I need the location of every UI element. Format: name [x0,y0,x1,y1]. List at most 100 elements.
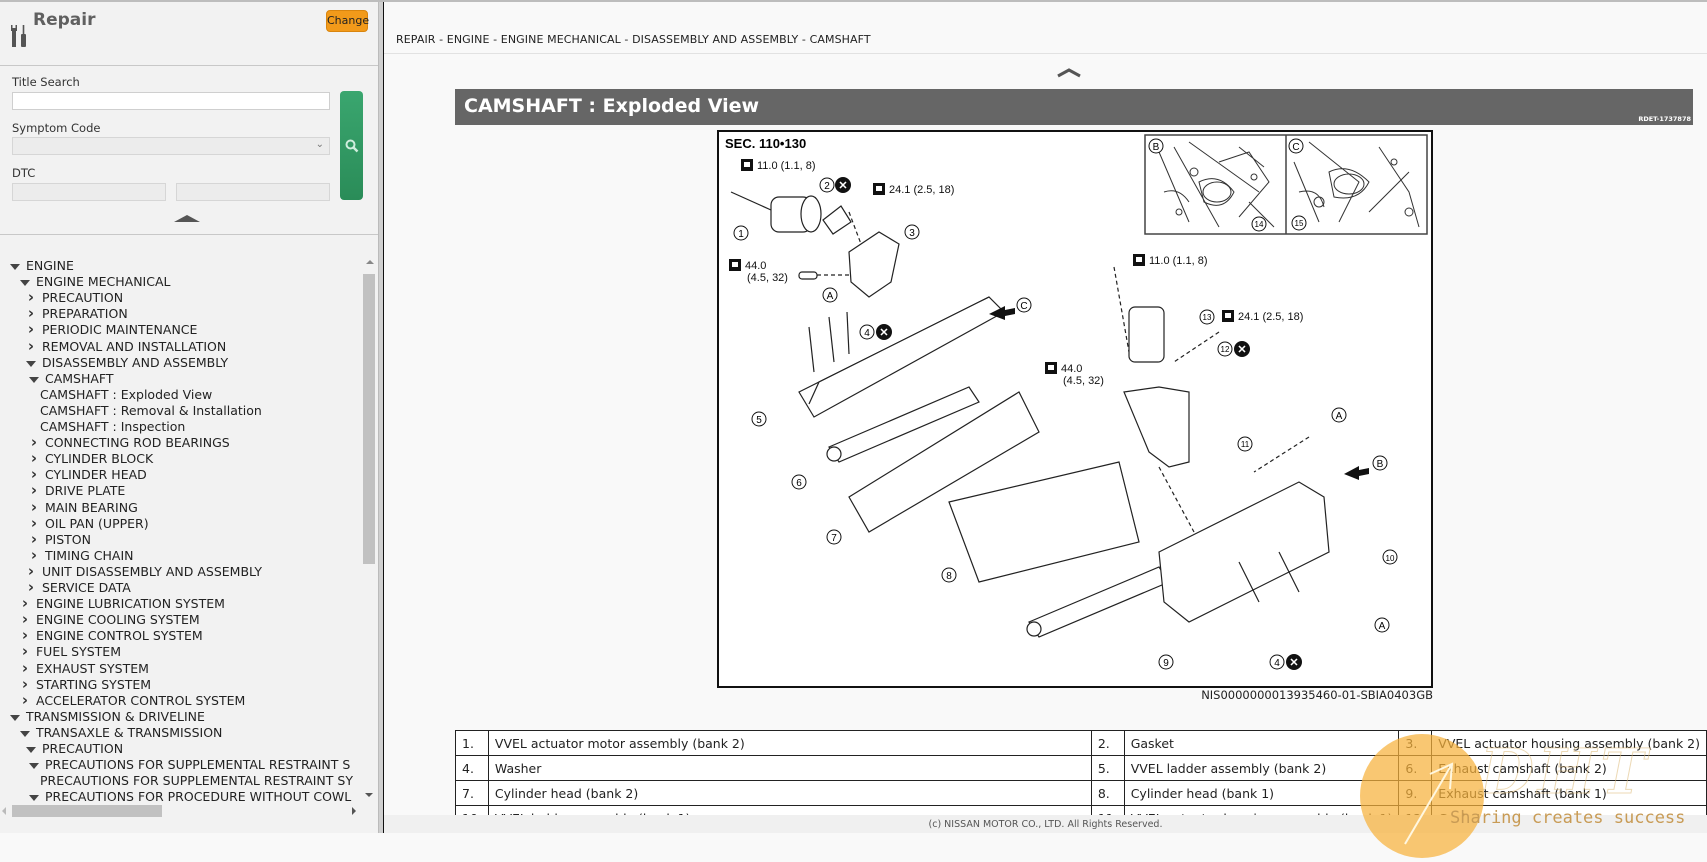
svg-text:12: 12 [1221,345,1230,354]
inset-label-c: C [1288,138,1304,154]
tree-item[interactable]: DISASSEMBLY AND ASSEMBLY [24,355,228,371]
tree-item[interactable]: CAMSHAFT [27,371,114,387]
tree-item[interactable]: PRECAUTIONS FOR SUPPLEMENTAL RESTRAINT S… [40,773,353,789]
tree-item[interactable]: CYLINDER HEAD [27,467,147,483]
callout-15: 15 [1291,215,1307,231]
tree-item-label: CYLINDER BLOCK [44,451,154,467]
part-name: Cylinder head (bank 2) [487,780,1092,806]
svg-text:9: 9 [1163,658,1169,669]
title-search-input[interactable] [12,92,330,110]
tree-item[interactable]: CONNECTING ROD BEARINGS [27,435,230,451]
tree-item[interactable]: REMOVAL AND INSTALLATION [24,339,226,355]
title-search-label: Title Search [12,75,80,89]
tree-item[interactable]: TRANSAXLE & TRANSMISSION [18,725,222,741]
tree-item-label: ENGINE LUBRICATION SYSTEM [35,596,225,612]
svg-text:13: 13 [1203,313,1212,322]
tree-item[interactable]: DRIVE PLATE [27,483,125,499]
scroll-up-arrow[interactable] [366,260,374,264]
tree-item-label: DISASSEMBLY AND ASSEMBLY [41,354,229,370]
tree-item[interactable]: FUEL SYSTEM [18,644,121,660]
scroll-left-arrow[interactable] [2,807,6,815]
part-name: Exhaust camshaft (bank 1) [1431,780,1707,806]
svg-text:8: 8 [946,571,952,582]
horizontal-scroll-thumb[interactable] [12,805,162,817]
tree-item-label: OIL PAN (UPPER) [44,515,149,531]
dtc-input-1[interactable] [12,183,166,201]
svg-text:4: 4 [864,328,870,339]
svg-text:A: A [827,291,834,302]
tree-item[interactable]: EXHAUST SYSTEM [18,661,149,677]
caret-down-icon[interactable] [27,373,41,389]
marker-a2: A [1331,407,1347,423]
tree-item[interactable]: TRANSMISSION & DRIVELINE [8,709,205,725]
tree-item[interactable]: PRECAUTIONS FOR SUPPLEMENTAL RESTRAINT S [27,757,350,773]
collapse-search-arrow[interactable] [174,215,200,222]
tree-item-label: ACCELERATOR CONTROL SYSTEM [35,692,246,708]
tree-item[interactable]: STARTING SYSTEM [18,677,151,693]
svg-text:14: 14 [1255,220,1264,229]
callout-13: 13 [1199,309,1215,325]
dtc-input-2[interactable] [176,183,330,201]
exploded-view-diagram: SEC. 110•130 11.0 (1.1, 8) 24.1 (2.5, 18… [717,130,1433,688]
table-row: 1. VVEL actuator motor assembly (bank 2) 2… [455,730,1707,756]
tree-item-label: CAMSHAFT : Exploded View [40,386,213,402]
section-label: SEC. 110•130 [725,136,806,151]
tree-item-label: EXHAUST SYSTEM [35,660,149,676]
part-name: VVEL actuator motor assembly (bank 2) [487,730,1092,756]
scroll-thumb[interactable] [363,274,375,564]
tree-item[interactable]: OIL PAN (UPPER) [27,516,149,532]
svg-text:B: B [1377,459,1384,470]
tree-item[interactable]: PRECAUTIONS FOR PROCEDURE WITHOUT COWL [27,789,351,804]
tree-item-label: CAMSHAFT : Inspection [40,419,186,434]
tree-divider [0,234,378,235]
breadcrumb: REPAIR - ENGINE - ENGINE MECHANICAL - DI… [396,33,871,46]
tree-item[interactable]: PERIODIC MAINTENANCE [24,322,197,338]
tree-item[interactable]: ENGINE LUBRICATION SYSTEM [18,596,225,612]
tree-vertical-scrollbar[interactable] [362,258,376,804]
tree-item-label: UNIT DISASSEMBLY AND ASSEMBLY [41,563,262,579]
part-number: 10. [455,805,489,815]
part-number: 5. [1090,755,1125,781]
svg-text:(4.5, 32): (4.5, 32) [1063,375,1104,387]
content-panel: REPAIR - ENGINE - ENGINE MECHANICAL - DI… [384,2,1707,815]
tree-item[interactable]: ENGINE MECHANICAL [18,274,171,290]
tree-item[interactable]: PRECAUTION [24,741,123,757]
scroll-right-arrow[interactable] [352,807,356,815]
caret-down-icon[interactable] [27,759,41,775]
callout-14: 14 [1251,216,1267,232]
tree-item[interactable]: UNIT DISASSEMBLY AND ASSEMBLY [24,564,262,580]
part-number: 2. [1090,730,1125,756]
tree-item[interactable]: CAMSHAFT : Exploded View [40,387,212,403]
tree-item[interactable]: ENGINE COOLING SYSTEM [18,612,200,628]
part-name: VVEL ladder assembly (bank 2) [1123,755,1400,781]
search-button[interactable] [340,91,363,200]
svg-text:C: C [1292,142,1299,153]
svg-text:24.1 (2.5, 18): 24.1 (2.5, 18) [889,184,954,196]
navigation-tree: ENGINE ENGINE MECHANICAL PRECAUTION PREP… [0,258,362,804]
tree-horizontal-scrollbar[interactable] [0,804,362,818]
tree-item[interactable]: CYLINDER BLOCK [27,451,153,467]
tree-item[interactable]: TIMING CHAIN [27,548,134,564]
tree-item[interactable]: PREPARATION [24,306,128,322]
tree-item[interactable]: CAMSHAFT : Removal & Installation [40,403,262,419]
document-code: RDET-1737878 [1638,115,1691,123]
svg-text:(4.5, 32): (4.5, 32) [747,272,788,284]
tree-item[interactable]: ENGINE CONTROL SYSTEM [18,628,203,644]
tree-item-label: MAIN BEARING [44,499,138,515]
caret-down-icon[interactable] [27,791,41,804]
tree-item[interactable]: MAIN BEARING [27,500,138,516]
tree-item[interactable]: PRECAUTION [24,290,123,306]
tree-item[interactable]: SERVICE DATA [24,580,131,596]
tree-item-label: ENGINE MECHANICAL [35,274,171,290]
symptom-code-select[interactable]: ⌄ [12,137,330,155]
part-number: 4. [455,755,489,781]
scroll-to-top-chevron-icon[interactable] [1056,68,1082,78]
tree-item[interactable]: ENGINE [8,258,74,274]
tree-item[interactable]: ACCELERATOR CONTROL SYSTEM [18,693,245,709]
svg-text:3: 3 [909,228,915,239]
scroll-down-arrow[interactable] [365,793,373,797]
change-button[interactable]: Change [326,10,369,32]
callout-11: 11 [1237,436,1253,452]
page-title-bar: CAMSHAFT : Exploded View RDET-1737878 [455,89,1693,125]
tree-item[interactable]: CAMSHAFT : Inspection [40,419,185,435]
